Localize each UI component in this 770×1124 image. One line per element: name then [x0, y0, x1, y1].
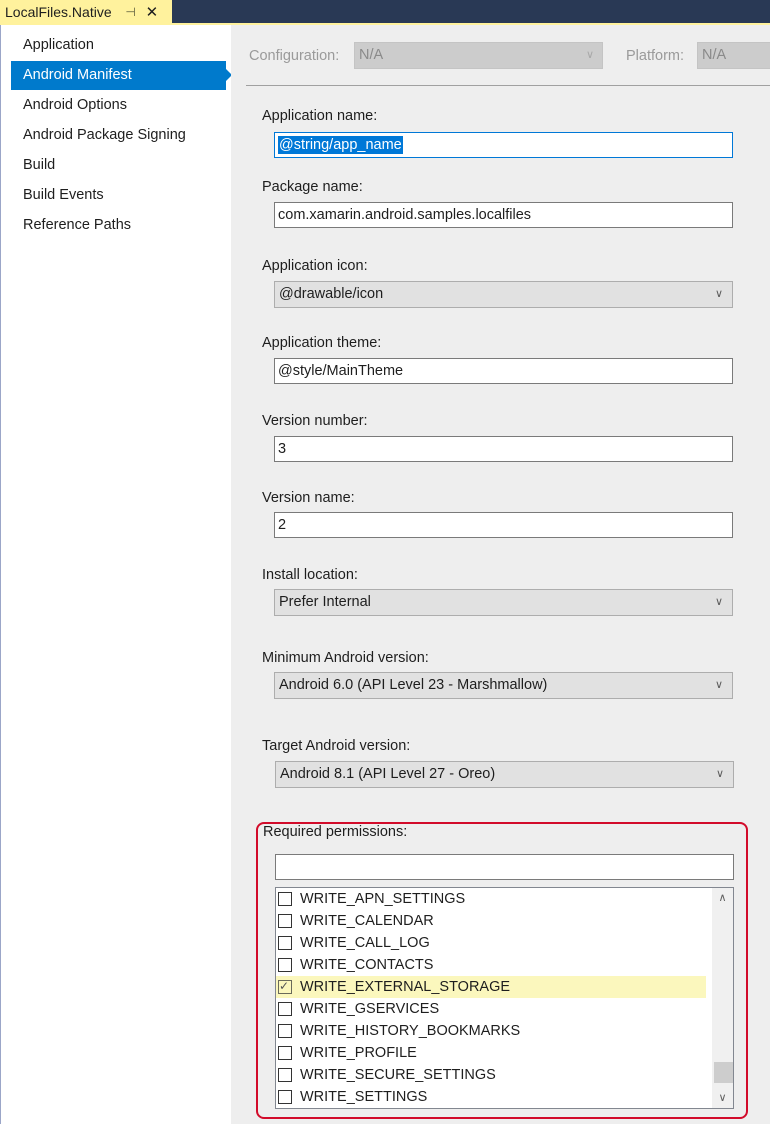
sidebar-item-reference-paths[interactable]: Reference Paths — [11, 211, 226, 240]
sidebar-item-application[interactable]: Application — [11, 31, 226, 60]
scrollbar-thumb[interactable] — [714, 1062, 733, 1083]
sidebar-item-build-events[interactable]: Build Events — [11, 181, 226, 210]
permission-checkbox[interactable] — [278, 892, 292, 906]
permission-item[interactable]: WRITE_GSERVICES — [276, 998, 706, 1020]
divider — [246, 85, 770, 86]
min-android-version-select[interactable]: Android 6.0 (API Level 23 - Marshmallow)… — [274, 672, 733, 699]
chevron-down-icon: ∨ — [715, 768, 724, 780]
permission-name: WRITE_GSERVICES — [300, 1001, 440, 1017]
version-number-label: Version number: — [262, 413, 368, 429]
target-android-version-select[interactable]: Android 8.1 (API Level 27 - Oreo) ∨ — [275, 761, 734, 788]
permission-checkbox[interactable] — [278, 914, 292, 928]
sidebar-item-android-options[interactable]: Android Options — [11, 91, 226, 120]
permission-item[interactable]: WRITE_SETTINGS — [276, 1086, 706, 1108]
permission-item[interactable]: WRITE_APN_SETTINGS — [276, 888, 706, 910]
permission-checkbox[interactable] — [278, 1090, 292, 1104]
close-icon[interactable]: ✕ — [146, 3, 159, 21]
chevron-down-icon[interactable]: ∨ — [712, 1088, 733, 1108]
permission-item[interactable]: WRITE_CALENDAR — [276, 910, 706, 932]
application-name-value: @string/app_name — [278, 136, 403, 154]
chevron-up-icon[interactable]: ∧ — [712, 888, 733, 908]
install-location-select[interactable]: Prefer Internal ∨ — [274, 589, 733, 616]
permission-name: WRITE_CALENDAR — [300, 913, 434, 929]
application-name-label: Application name: — [262, 108, 378, 124]
application-icon-value: @drawable/icon — [279, 286, 384, 302]
permission-checkbox-checked[interactable]: ✓ — [278, 979, 292, 994]
document-tab-title: LocalFiles.Native — [5, 3, 112, 20]
application-icon-label: Application icon: — [262, 258, 368, 274]
permission-checkbox[interactable] — [278, 936, 292, 950]
target-android-version-value: Android 8.1 (API Level 27 - Oreo) — [280, 766, 496, 782]
permission-item-selected[interactable]: ✓ WRITE_EXTERNAL_STORAGE — [276, 976, 706, 998]
permission-name: WRITE_EXTERNAL_STORAGE — [300, 979, 511, 995]
permission-name: WRITE_SECURE_SETTINGS — [300, 1067, 496, 1083]
permission-item[interactable]: WRITE_CALL_LOG — [276, 932, 706, 954]
application-theme-input[interactable]: @style/MainTheme — [274, 358, 733, 384]
configuration-select: N/A ∨ — [354, 42, 603, 69]
platform-label: Platform: — [626, 48, 685, 64]
install-location-value: Prefer Internal — [279, 594, 371, 610]
permission-item[interactable]: WRITE_SECURE_SETTINGS — [276, 1064, 706, 1086]
permission-name: WRITE_SETTINGS — [300, 1089, 428, 1105]
chevron-down-icon: ∨ — [714, 288, 723, 300]
sidebar-item-android-manifest[interactable]: Android Manifest — [11, 61, 232, 90]
application-icon-select[interactable]: @drawable/icon ∨ — [274, 281, 733, 308]
version-name-input[interactable]: 2 — [274, 512, 733, 538]
package-name-input[interactable]: com.xamarin.android.samples.localfiles — [274, 202, 733, 228]
application-name-input[interactable]: @string/app_name — [274, 132, 733, 158]
required-permissions-group: Required permissions: WRITE_APN_SETTINGS… — [256, 822, 748, 1119]
permission-item[interactable]: WRITE_CONTACTS — [276, 954, 706, 976]
permission-name: WRITE_CALL_LOG — [300, 935, 430, 951]
platform-value: N/A — [702, 47, 727, 63]
target-android-version-label: Target Android version: — [262, 738, 411, 754]
platform-select: N/A — [697, 42, 770, 69]
permissions-filter-input[interactable] — [275, 854, 734, 880]
permission-name: WRITE_PROFILE — [300, 1045, 417, 1061]
version-number-input[interactable]: 3 — [274, 436, 733, 462]
sidebar-item-android-package-signing[interactable]: Android Package Signing — [11, 121, 226, 150]
install-location-label: Install location: — [262, 567, 358, 583]
checkmark-icon: ✓ — [279, 979, 290, 993]
min-android-version-label: Minimum Android version: — [262, 650, 429, 666]
sidebar-item-build[interactable]: Build — [11, 151, 226, 180]
permission-item[interactable]: WRITE_HISTORY_BOOKMARKS — [276, 1020, 706, 1042]
main-panel: Configuration: N/A ∨ Platform: N/A Appli… — [231, 25, 770, 1124]
permission-checkbox[interactable] — [278, 1024, 292, 1038]
package-name-label: Package name: — [262, 179, 363, 195]
configuration-label: Configuration: — [249, 48, 340, 64]
application-theme-label: Application theme: — [262, 335, 382, 351]
permission-name: WRITE_HISTORY_BOOKMARKS — [300, 1023, 521, 1039]
permission-checkbox[interactable] — [278, 958, 292, 972]
sidebar: Application Android Manifest Android Opt… — [0, 25, 232, 1124]
chevron-down-icon: ∨ — [585, 49, 594, 61]
min-android-version-value: Android 6.0 (API Level 23 - Marshmallow) — [279, 677, 548, 693]
permission-checkbox[interactable] — [278, 1068, 292, 1082]
document-tab[interactable]: LocalFiles.Native ⊣ ✕ — [0, 0, 172, 23]
configuration-value: N/A — [359, 47, 384, 63]
permission-checkbox[interactable] — [278, 1046, 292, 1060]
chevron-down-icon: ∨ — [714, 596, 723, 608]
permission-item[interactable]: WRITE_PROFILE — [276, 1042, 706, 1064]
permission-name: WRITE_APN_SETTINGS — [300, 891, 466, 907]
permission-name: WRITE_CONTACTS — [300, 957, 434, 973]
permission-checkbox[interactable] — [278, 1002, 292, 1016]
permissions-list: WRITE_APN_SETTINGS WRITE_CALENDAR WRITE_… — [275, 887, 734, 1109]
required-permissions-label: Required permissions: — [263, 824, 408, 840]
chevron-down-icon: ∨ — [714, 679, 723, 691]
permissions-scrollbar[interactable]: ∧ ∨ — [712, 888, 733, 1108]
pin-icon[interactable]: ⊣ — [125, 5, 137, 19]
version-name-label: Version name: — [262, 490, 355, 506]
